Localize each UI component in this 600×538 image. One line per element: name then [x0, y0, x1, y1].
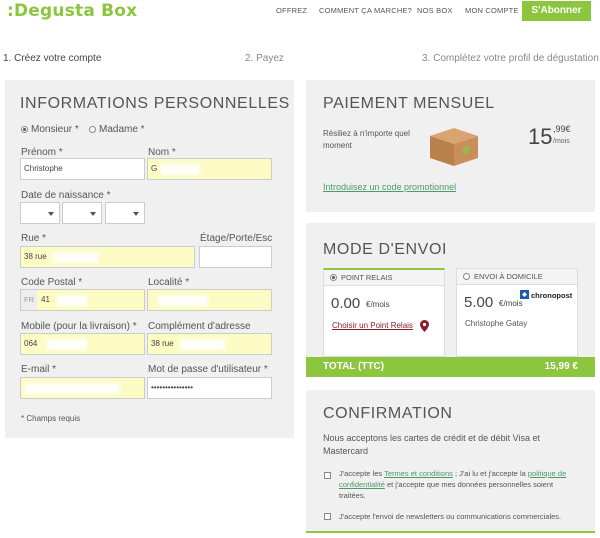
email-field[interactable]	[20, 377, 145, 399]
redaction-blur	[53, 252, 98, 263]
city-field[interactable]	[147, 289, 272, 311]
radio-home[interactable]	[463, 273, 470, 280]
postcode-value: 41	[41, 295, 50, 304]
chronopost-logo-icon	[520, 290, 529, 299]
home-delivery-option[interactable]: ENVOI À DOMICILE 5.00 €/mois chronopost …	[456, 268, 578, 357]
total-label: TOTAL (TTC)	[323, 361, 385, 372]
price-cents: ,99€	[553, 124, 571, 134]
nav-comment-ca-marche[interactable]: COMMENT ÇA MARCHE?	[319, 6, 412, 15]
firstname-field[interactable]: Christophe	[20, 158, 145, 180]
relay-price: 0.00	[331, 295, 361, 312]
birth-month-select[interactable]	[62, 202, 102, 224]
address2-value: 38 rue	[151, 339, 174, 348]
label-street: Rue *	[21, 233, 47, 244]
label-email: E-mail *	[21, 364, 57, 375]
personal-info-title: INFORMATIONS PERSONNELLES	[20, 95, 290, 112]
nav-offrez[interactable]: OFFREZ	[276, 6, 307, 15]
mobile-value: 064	[24, 339, 38, 348]
required-note: * Champs requis	[21, 414, 81, 423]
radio-relay[interactable]	[330, 274, 337, 281]
radio-madame[interactable]	[89, 126, 96, 133]
nav-mon-compte[interactable]: MON COMPTE	[465, 6, 519, 15]
terms-link[interactable]: Termes et conditions	[384, 469, 453, 478]
label-lastname: Nom *	[148, 147, 176, 158]
confirmation-title: CONFIRMATION	[323, 405, 453, 422]
cancel-note: Résiliez à n'importe quel moment	[323, 129, 410, 150]
relay-label: POINT RELAIS	[341, 273, 393, 282]
postcode-field[interactable]: FR 41	[20, 289, 145, 311]
label-postcode: Code Postal *	[21, 277, 83, 288]
label-password: Mot de passe d'utilisateur *	[148, 364, 268, 375]
payment-title: PAIEMENT MENSUEL	[323, 95, 495, 112]
home-unit: €/mois	[499, 299, 523, 308]
postcode-prefix: FR	[21, 290, 37, 310]
choose-relay-link[interactable]: Choisir un Point Relais	[332, 321, 413, 330]
home-price: 5.00	[464, 294, 494, 311]
address2-field[interactable]: 38 rue	[147, 333, 272, 355]
newsletter-checkbox[interactable]	[324, 513, 331, 520]
price-display: 15 ,99€ /mois	[528, 124, 571, 150]
label-mobile: Mobile (pour la livraison) *	[21, 321, 137, 332]
label-city: Localité *	[148, 277, 190, 288]
street-value: 38 rue	[24, 252, 47, 261]
confirmation-panel: CONFIRMATION Nous acceptons les cartes d…	[306, 390, 595, 533]
redaction-blur	[158, 295, 208, 306]
redaction-blur	[160, 164, 200, 175]
label-monsieur: Monsieur *	[31, 124, 79, 135]
label-birthdate: Date de naissance *	[21, 190, 111, 201]
total-bar: TOTAL (TTC) 15,99 €	[306, 357, 595, 377]
step-tasting-profile: 3. Complétez votre profil de dégustation	[422, 53, 599, 64]
chevron-down-icon	[48, 212, 54, 216]
chevron-down-icon	[133, 212, 139, 216]
newsletter-text: J'accepte l'envoi de newsletters ou comm…	[339, 512, 562, 521]
map-pin-icon	[420, 320, 429, 332]
price-main: 15	[528, 124, 553, 149]
personal-info-panel: INFORMATIONS PERSONNELLES Monsieur * Mad…	[5, 80, 294, 438]
mobile-field[interactable]: 064	[20, 333, 145, 355]
price-unit: /mois	[553, 138, 570, 145]
shipping-title: MODE D'ENVOI	[323, 241, 448, 258]
chevron-down-icon	[90, 212, 96, 216]
step-create-account: 1. Créez votre compte	[3, 53, 102, 64]
redaction-blur	[25, 383, 120, 394]
recipient-name: Christophe Gatay	[465, 319, 528, 328]
floor-field[interactable]	[199, 246, 272, 268]
site-header: :Degusta Box OFFREZ COMMENT ÇA MARCHE? N…	[0, 0, 600, 42]
lastname-field[interactable]: G	[147, 158, 272, 180]
total-value: 15,99 €	[544, 361, 578, 372]
birth-year-select[interactable]	[105, 202, 145, 224]
password-field[interactable]: •••••••••••••••	[147, 377, 272, 399]
shipping-panel: MODE D'ENVOI POINT RELAIS 0.00 €/mois Ch…	[306, 223, 595, 357]
nav-nos-box[interactable]: NOS BOX	[417, 6, 453, 15]
label-floor: Étage/Porte/Esc	[200, 233, 273, 244]
step-pay: 2. Payez	[245, 53, 284, 64]
label-madame: Madame *	[99, 124, 145, 135]
relay-option[interactable]: POINT RELAIS 0.00 €/mois Choisir un Poin…	[323, 268, 445, 357]
label-address2: Complément d'adresse	[148, 321, 251, 332]
redaction-blur	[57, 295, 87, 306]
lastname-value: G	[151, 164, 158, 173]
home-label: ENVOI À DOMICILE	[474, 272, 543, 281]
logo[interactable]: :Degusta Box	[7, 1, 137, 21]
box-product-icon	[430, 128, 478, 166]
redaction-blur	[47, 339, 87, 350]
subscribe-button[interactable]: S'Abonner	[522, 1, 591, 21]
carrier-name: chronopost	[531, 291, 573, 300]
relay-unit: €/mois	[366, 300, 390, 309]
terms-checkbox[interactable]	[324, 472, 331, 479]
terms-text: J'accepte les Termes et conditions ; J'a…	[339, 469, 567, 500]
redaction-blur	[180, 339, 225, 350]
payment-panel: PAIEMENT MENSUEL Résiliez à n'importe qu…	[306, 80, 595, 212]
birth-day-select[interactable]	[20, 202, 60, 224]
promo-code-link[interactable]: Introduisez un code promotionnel	[323, 182, 456, 192]
label-firstname: Prénom *	[21, 147, 63, 158]
cards-note: Nous acceptons les cartes de crédit et d…	[323, 433, 540, 456]
radio-monsieur[interactable]	[21, 126, 28, 133]
street-field[interactable]: 38 rue	[20, 246, 195, 268]
